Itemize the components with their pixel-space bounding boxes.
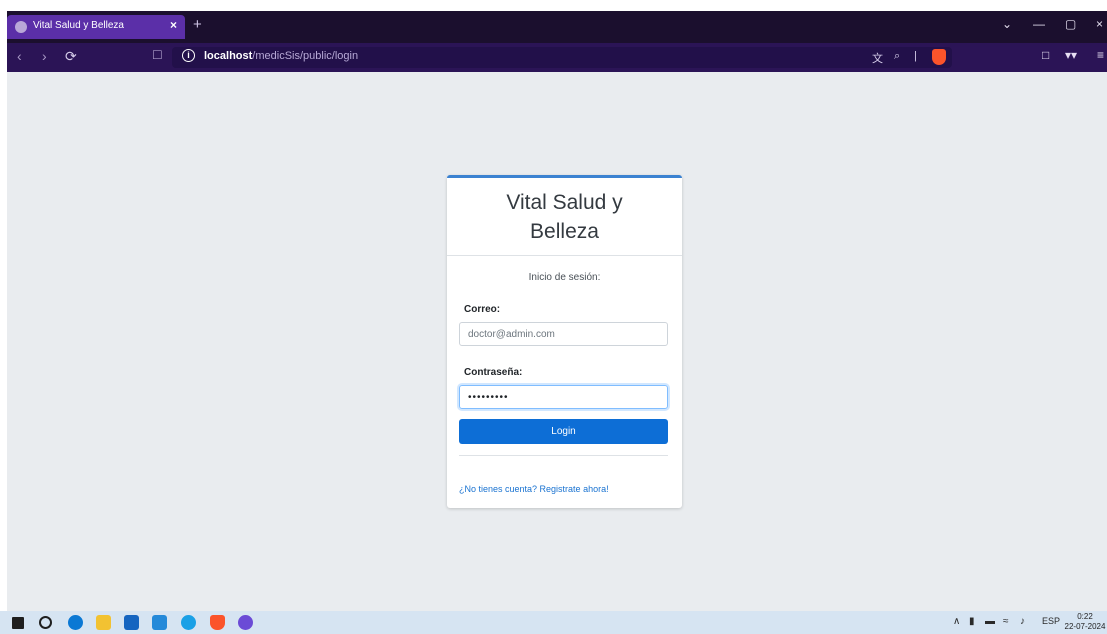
language-indicator[interactable]: ESP bbox=[1042, 616, 1060, 626]
tray-overflow-icon[interactable]: ∧ bbox=[953, 616, 960, 627]
file-explorer-icon[interactable] bbox=[96, 615, 111, 630]
login-card: Vital Salud y Belleza Inicio de sesión: … bbox=[447, 175, 682, 508]
search-icon[interactable] bbox=[39, 616, 52, 629]
email-label: Correo: bbox=[464, 304, 501, 315]
reload-icon[interactable]: ⟳ bbox=[65, 48, 77, 65]
back-icon[interactable]: ‹ bbox=[17, 48, 22, 64]
bookmark-icon[interactable]: ☐ bbox=[152, 48, 163, 62]
battery-icon[interactable]: ▬ bbox=[985, 616, 995, 627]
wifi-icon[interactable]: ≈ bbox=[1003, 616, 1009, 627]
brand-title-line1: Vital Salud y bbox=[506, 191, 623, 214]
zoom-icon[interactable]: ⌕ bbox=[894, 50, 900, 63]
browser-tab-active[interactable]: Vital Salud y Belleza × bbox=[7, 15, 185, 39]
clock[interactable]: 0:22 22-07-2024 bbox=[1063, 612, 1107, 632]
edge-icon[interactable] bbox=[68, 615, 83, 630]
url-text[interactable]: localhost/medicSis/public/login bbox=[204, 50, 358, 62]
login-card-header: Vital Salud y Belleza bbox=[447, 178, 682, 256]
close-window-button[interactable]: × bbox=[1096, 17, 1103, 31]
globe-icon bbox=[15, 21, 27, 33]
address-bar[interactable]: i localhost/medicSis/public/login 文 ⌕ | bbox=[172, 47, 952, 68]
divider: | bbox=[914, 50, 917, 62]
clock-date: 22-07-2024 bbox=[1064, 622, 1106, 631]
screen: Vital Salud y Belleza × + ⌄ — ▢ × ‹ › ⟳ … bbox=[0, 0, 1107, 634]
brand-title-line2: Belleza bbox=[530, 220, 599, 243]
glasses-icon[interactable]: ▾▾ bbox=[1065, 48, 1077, 62]
app-icon[interactable] bbox=[181, 615, 196, 630]
info-icon[interactable]: i bbox=[182, 49, 195, 62]
start-icon[interactable] bbox=[12, 617, 24, 629]
divider bbox=[459, 455, 668, 456]
close-icon[interactable]: × bbox=[170, 18, 177, 32]
password-label: Contraseña: bbox=[464, 367, 523, 378]
email-input[interactable]: doctor@admin.com bbox=[459, 322, 668, 346]
clock-time: 0:22 bbox=[1077, 612, 1093, 621]
login-card-body: Inicio de sesión: Correo: doctor@admin.c… bbox=[447, 272, 682, 494]
login-subtitle: Inicio de sesión: bbox=[528, 272, 601, 283]
translate-icon[interactable]: 文 bbox=[872, 50, 883, 66]
new-tab-button[interactable]: + bbox=[193, 16, 202, 33]
register-link[interactable]: ¿No tienes cuenta? Registrate ahora! bbox=[459, 484, 670, 494]
maximize-button[interactable]: ▢ bbox=[1065, 17, 1076, 31]
browser-tab-strip: Vital Salud y Belleza × + ⌄ — ▢ × bbox=[7, 11, 1107, 43]
browser-toolbar: ‹ › ⟳ ☐ i localhost/medicSis/public/logi… bbox=[7, 43, 1107, 72]
forward-icon[interactable]: › bbox=[42, 48, 47, 64]
brave-icon[interactable] bbox=[210, 615, 225, 630]
usb-icon[interactable]: ▮ bbox=[969, 616, 975, 627]
sidebar-icon[interactable]: □ bbox=[1042, 48, 1049, 62]
menu-icon[interactable]: ≡ bbox=[1097, 48, 1104, 62]
tab-title: Vital Salud y Belleza bbox=[33, 20, 124, 31]
chat-app-icon[interactable] bbox=[238, 615, 253, 630]
password-input[interactable]: ••••••••• bbox=[459, 385, 668, 409]
tab-search-icon[interactable]: ⌄ bbox=[1002, 17, 1012, 31]
brave-shield-icon[interactable] bbox=[932, 49, 946, 65]
page-viewport: Vital Salud y Belleza Inicio de sesión: … bbox=[7, 72, 1107, 611]
windows-taskbar: ∧ ▮ ▬ ≈ ♪ ESP 0:22 22-07-2024 bbox=[0, 611, 1107, 634]
mail-icon[interactable] bbox=[124, 615, 139, 630]
volume-icon[interactable]: ♪ bbox=[1020, 616, 1025, 627]
vscode-icon[interactable] bbox=[152, 615, 167, 630]
minimize-button[interactable]: — bbox=[1033, 17, 1045, 31]
login-button[interactable]: Login bbox=[459, 419, 668, 444]
